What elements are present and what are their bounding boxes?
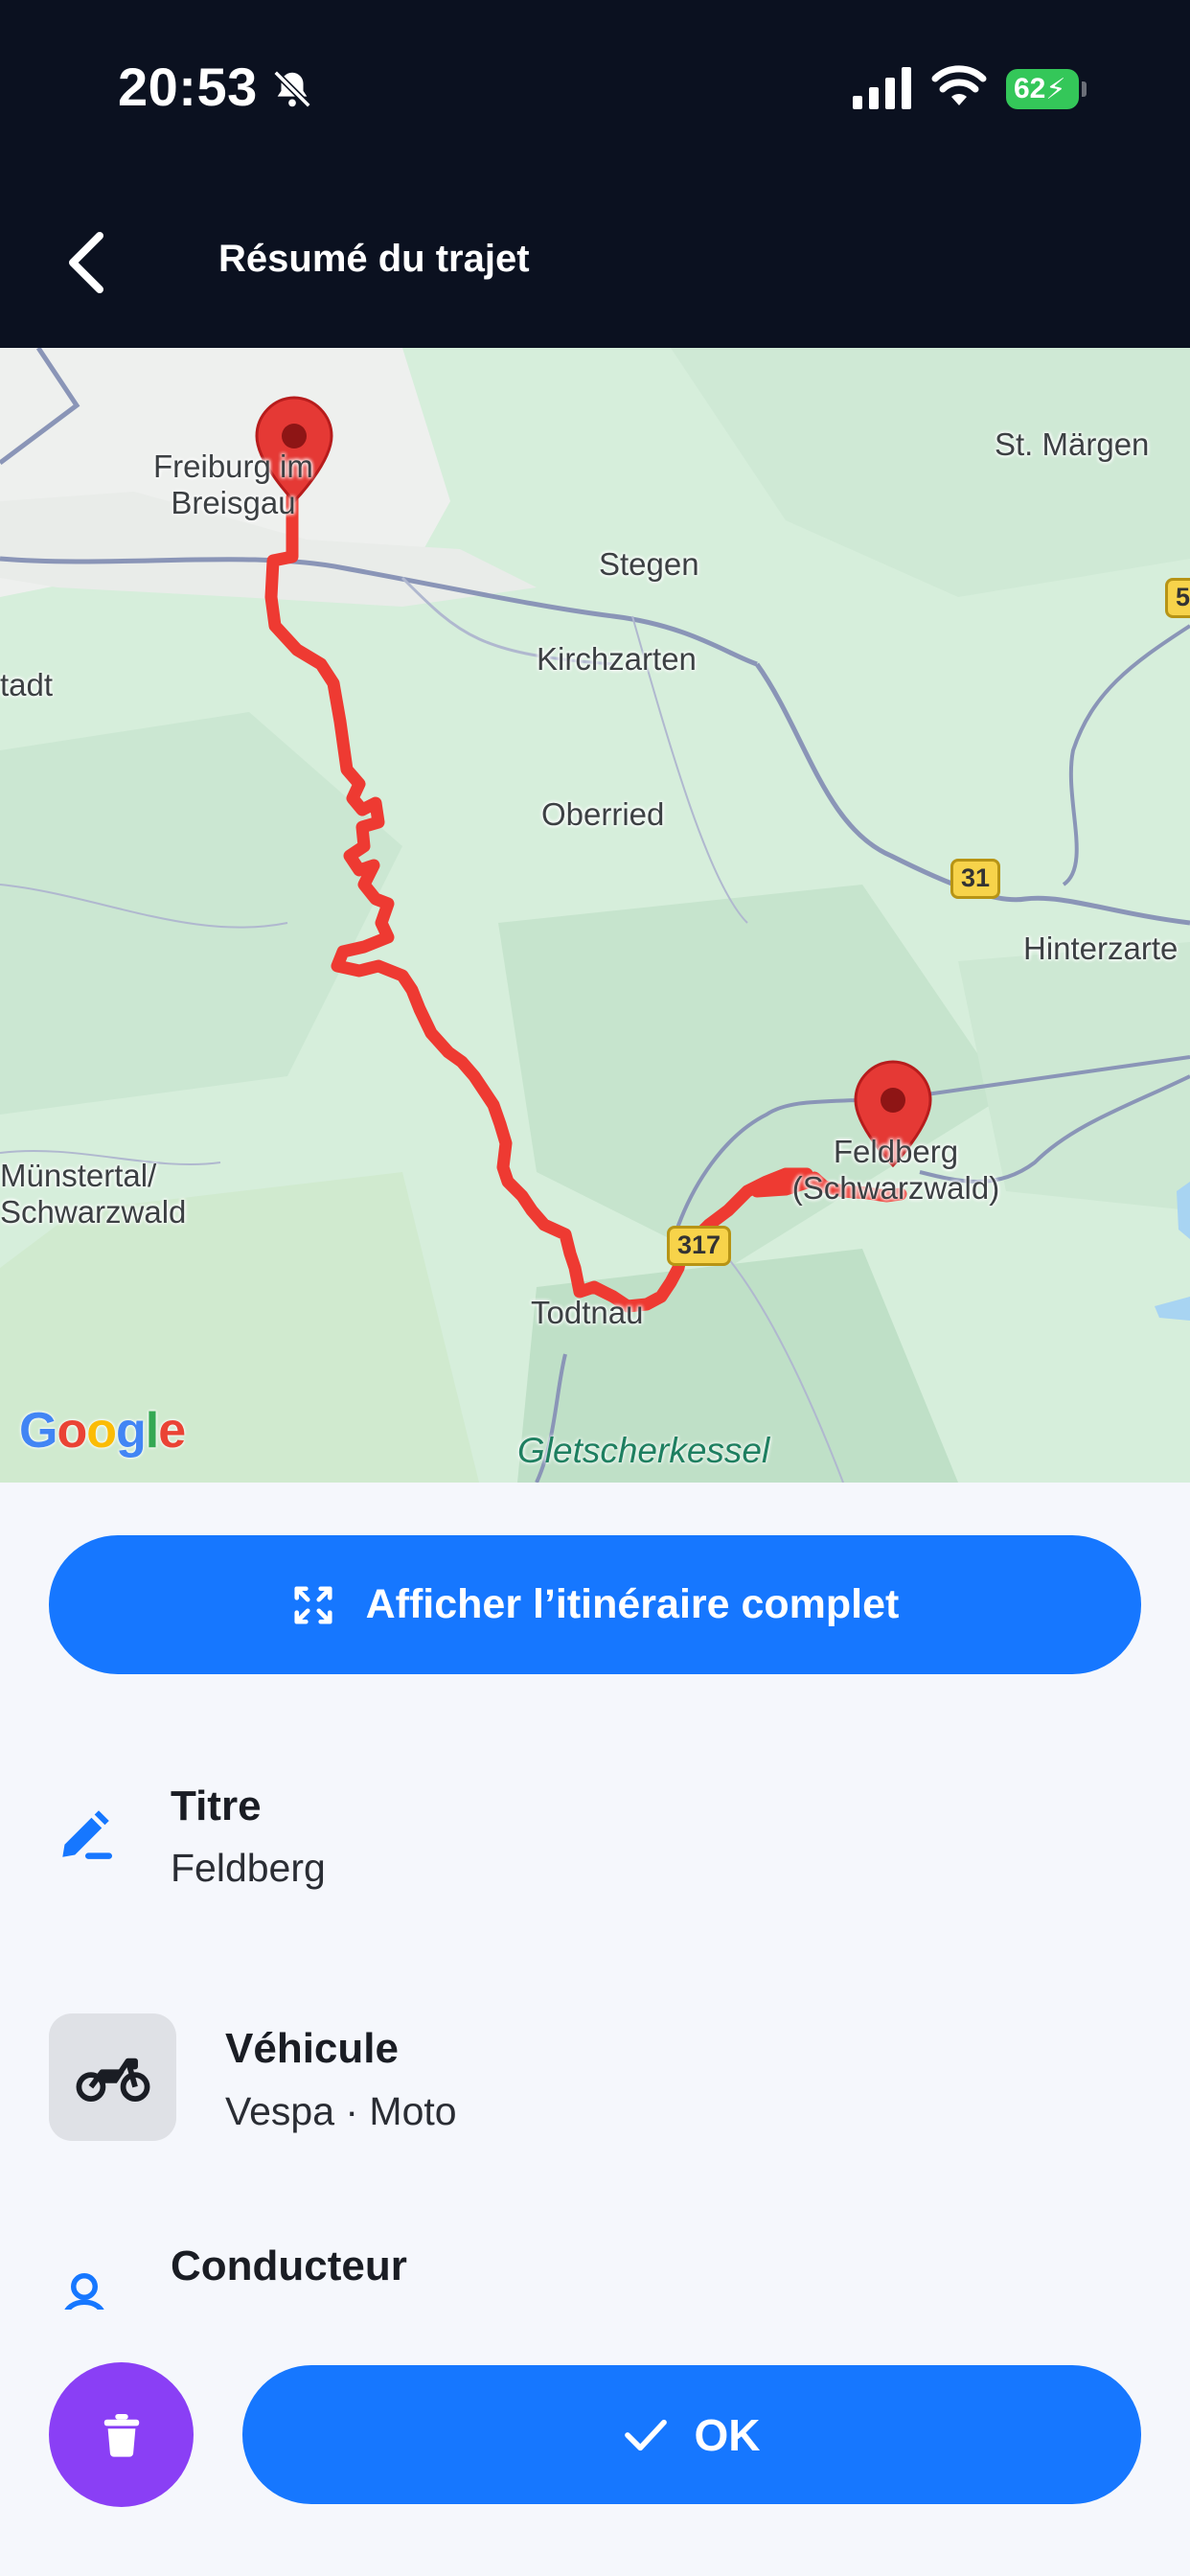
map-label-feldberg: Feldberg (Schwarzwald) (791, 1134, 1000, 1206)
ok-button[interactable]: OK (242, 2365, 1141, 2504)
show-full-route-button[interactable]: Afficher l’itinéraire complet (49, 1535, 1141, 1674)
road-shield-b31: 31 (950, 859, 1001, 899)
ok-label: OK (694, 2409, 761, 2460)
vehicle-label: Véhicule (225, 2025, 399, 2072)
bell-slash-icon (273, 70, 311, 108)
map-label-freiburg: Freiburg im Breisgau (153, 448, 313, 520)
road-shield-edge: 5 (1165, 578, 1190, 618)
driver-label: Conducteur (171, 2242, 407, 2289)
vehicle-value[interactable]: Vespa · Moto (225, 2089, 457, 2134)
top-bar: 20:53 62 ⚡ Résumé du trajet (0, 0, 1190, 348)
map-label-stadt: tadt (0, 667, 54, 702)
map-label-munstertal: Münstertal/Schwarzwald (0, 1158, 187, 1230)
map-label-oberried: Oberried (541, 796, 665, 832)
map-label-hinterzarten: Hinterzarte (1023, 931, 1179, 966)
map-label-todtnau: Todtnau (531, 1295, 644, 1330)
map-label-gletscherkessel: Gletscherkessel (517, 1431, 770, 1470)
route-map[interactable]: Freiburg im Breisgau St. Märgen Stegen Ki… (0, 348, 1190, 1483)
delete-button[interactable] (49, 2362, 194, 2507)
title-value[interactable]: Feldberg (171, 1846, 326, 1891)
expand-icon (294, 1585, 332, 1624)
trash-icon (103, 2413, 139, 2457)
signal-icon (853, 67, 911, 109)
motorcycle-icon (76, 2058, 149, 2102)
map-label-st-margen: St. Märgen (995, 426, 1150, 462)
wifi-icon (931, 65, 987, 105)
battery-level: 62 (1014, 73, 1046, 104)
title-label: Titre (171, 1782, 262, 1829)
map-label-stegen: Stegen (599, 546, 699, 582)
map-label-kirchzarten: Kirchzarten (537, 641, 697, 677)
vehicle-icon-box (49, 2013, 176, 2141)
pencil-icon (62, 1810, 112, 1859)
status-time: 20:53 (118, 57, 258, 117)
battery-charging-icon: 62 ⚡ (1006, 69, 1087, 109)
show-full-route-label: Afficher l’itinéraire complet (365, 1581, 900, 1627)
google-logo: Google (19, 1403, 186, 1459)
page-title: Résumé du trajet (218, 238, 530, 280)
road-shield-b317: 317 (667, 1226, 732, 1266)
chevron-left-icon[interactable] (57, 226, 111, 299)
checkmark-icon (624, 2419, 667, 2450)
